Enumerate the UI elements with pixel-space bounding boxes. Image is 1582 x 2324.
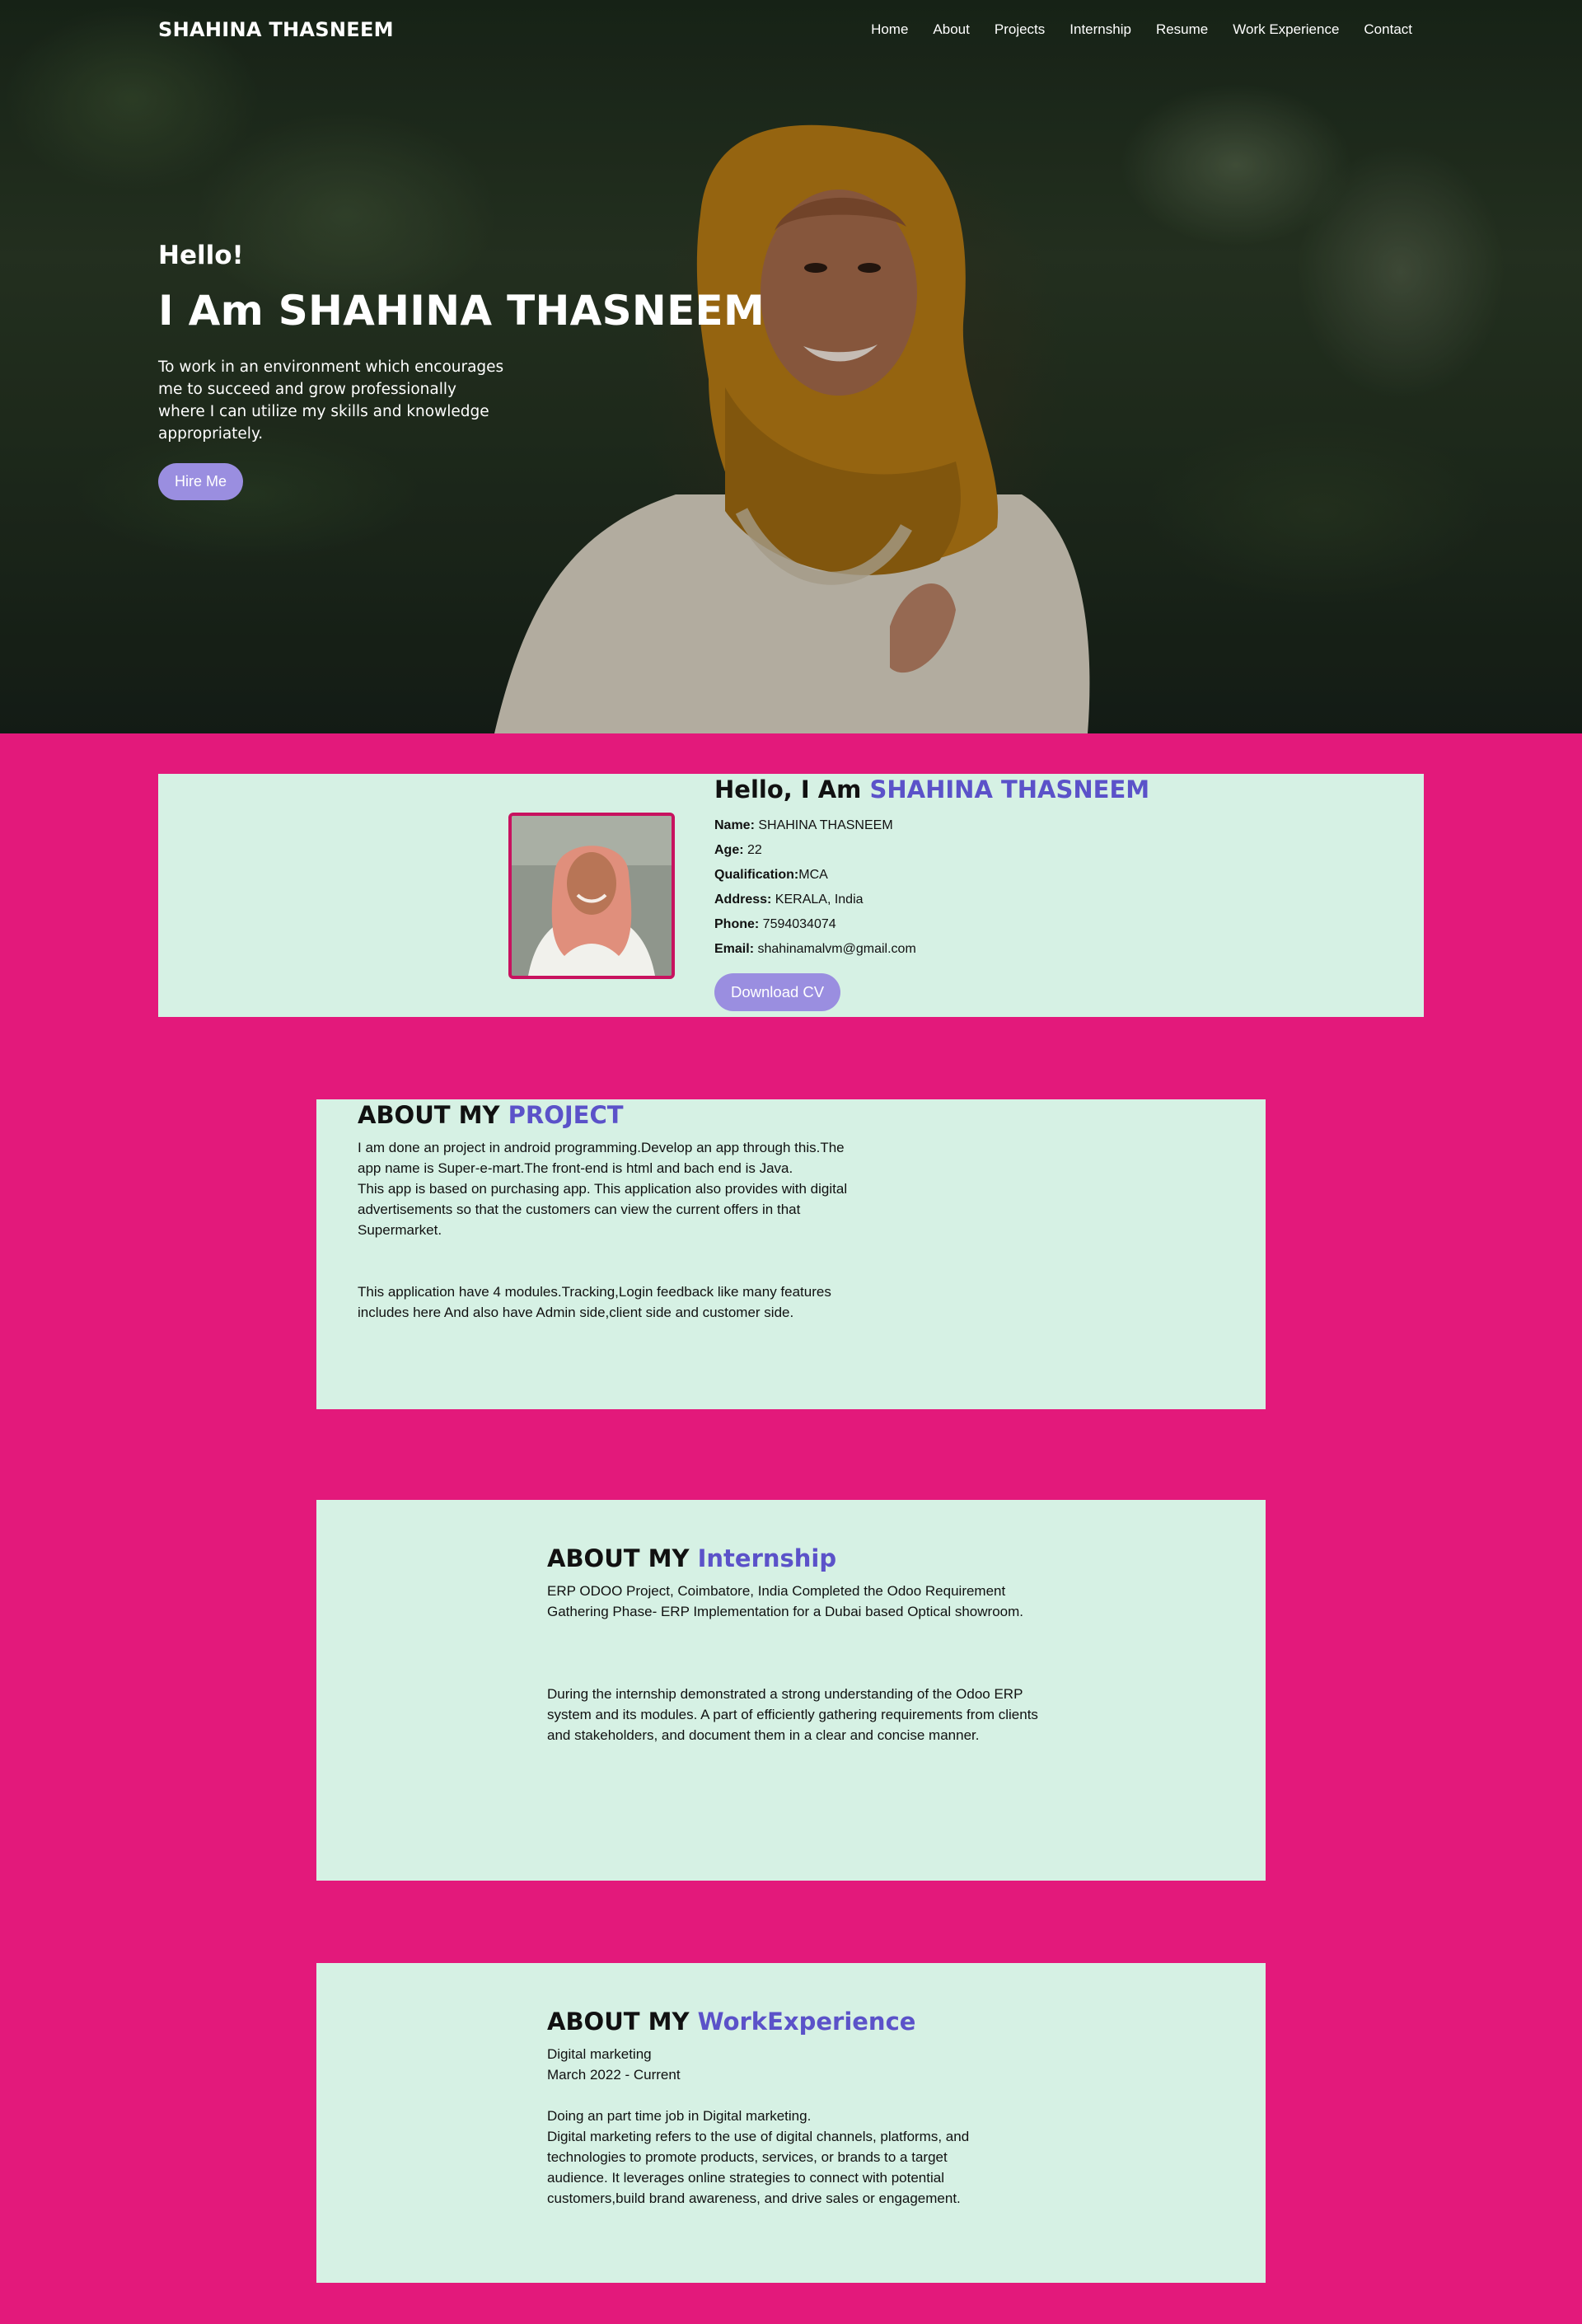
nav-link-about[interactable]: About [933,21,969,38]
hire-me-button[interactable]: Hire Me [158,463,244,500]
info-label: Phone: [714,917,760,931]
internship-section: ABOUT MY Internship ERP ODOO Project, Co… [316,1500,1266,1881]
info-row-age: Age: 22 [714,838,1149,863]
profile-avatar-image [512,816,672,976]
download-cv-button[interactable]: Download CV [714,973,841,1011]
work-paragraph-1: Doing an part time job in Digital market… [547,2108,812,2124]
info-row-phone: Phone: 7594034074 [714,912,1149,937]
nav-link-contact[interactable]: Contact [1364,21,1412,38]
project-paragraph-3: This application have 4 modules.Tracking… [358,1284,831,1320]
work-heading-accent: WorkExperience [697,2008,916,2036]
nav-link-work-experience[interactable]: Work Experience [1233,21,1339,38]
work-experience-section: ABOUT MY WorkExperience Digital marketin… [316,1963,1266,2283]
info-label: Qualification: [714,868,799,882]
profile-heading-prefix: Hello, I Am [714,775,862,804]
nav-link-home[interactable]: Home [871,21,908,38]
about-profile-card: Hello, I Am SHAHINA THASNEEM Name: SHAHI… [158,774,1424,1017]
project-paragraph-2: This app is based on purchasing app. Thi… [358,1181,848,1238]
profile-info: Hello, I Am SHAHINA THASNEEM Name: SHAHI… [714,775,1149,1011]
info-row-qualification: Qualification:MCA [714,863,1149,888]
info-row-email: Email: shahinamalvm@gmail.com [714,937,1149,962]
project-heading: ABOUT MY PROJECT [358,1101,860,1129]
hero-description: To work in an environment which encourag… [158,358,504,443]
work-experience-content: ABOUT MY WorkExperience Digital marketin… [547,2008,976,2209]
info-value: 7594034074 [759,917,836,931]
profile-heading-name: SHAHINA THASNEEM [869,775,1150,804]
project-section: ABOUT MY PROJECT I am done an project in… [316,1099,1266,1409]
hero-text-block: Hello! I Am SHAHINA THASNEEM To work in … [158,241,765,500]
work-paragraph-2: Digital marketing refers to the use of d… [547,2129,970,2206]
work-heading-prefix: ABOUT MY [547,2008,690,2036]
info-value: shahinamalvm@gmail.com [754,942,916,956]
hero-section: SHAHINA THASNEEM Home About Projects Int… [0,0,1582,733]
info-label: Name: [714,818,755,832]
profile-photo [508,813,675,979]
info-label: Email: [714,942,755,956]
brand-logo-text[interactable]: SHAHINA THASNEEM [158,18,394,41]
hero-greeting: Hello! [158,241,244,270]
info-label: Address: [714,893,772,907]
internship-content: ABOUT MY Internship ERP ODOO Project, Co… [547,1544,1050,1745]
work-role: Digital marketing [547,2046,652,2062]
work-period: March 2022 - Current [547,2067,681,2083]
project-paragraph-1: I am done an project in android programm… [358,1140,845,1176]
hero-title: I Am SHAHINA THASNEEM [158,287,765,335]
internship-paragraph-1: ERP ODOO Project, Coimbatore, India Comp… [547,1583,1023,1619]
internship-paragraph-2: During the internship demonstrated a str… [547,1686,1038,1743]
work-experience-heading: ABOUT MY WorkExperience [547,2008,976,2036]
info-value: MCA [798,868,828,882]
top-navbar: SHAHINA THASNEEM Home About Projects Int… [0,0,1582,61]
internship-heading: ABOUT MY Internship [547,1544,1050,1572]
info-label: Age: [714,843,744,857]
internship-heading-prefix: ABOUT MY [547,1544,690,1572]
profile-heading: Hello, I Am SHAHINA THASNEEM [714,775,1149,804]
info-value: KERALA, India [771,893,864,907]
info-value: SHAHINA THASNEEM [754,818,893,832]
nav-link-projects[interactable]: Projects [995,21,1045,38]
project-heading-prefix: ABOUT MY [358,1101,500,1129]
nav-link-resume[interactable]: Resume [1156,21,1208,38]
info-value: 22 [743,843,762,857]
info-row-name: Name: SHAHINA THASNEEM [714,813,1149,838]
internship-heading-accent: Internship [697,1544,837,1572]
project-content: ABOUT MY PROJECT I am done an project in… [358,1101,860,1323]
nav-menu: Home About Projects Internship Resume Wo… [846,21,1412,38]
info-row-address: Address: KERALA, India [714,888,1149,912]
nav-link-internship[interactable]: Internship [1069,21,1131,38]
project-heading-accent: PROJECT [508,1101,624,1129]
